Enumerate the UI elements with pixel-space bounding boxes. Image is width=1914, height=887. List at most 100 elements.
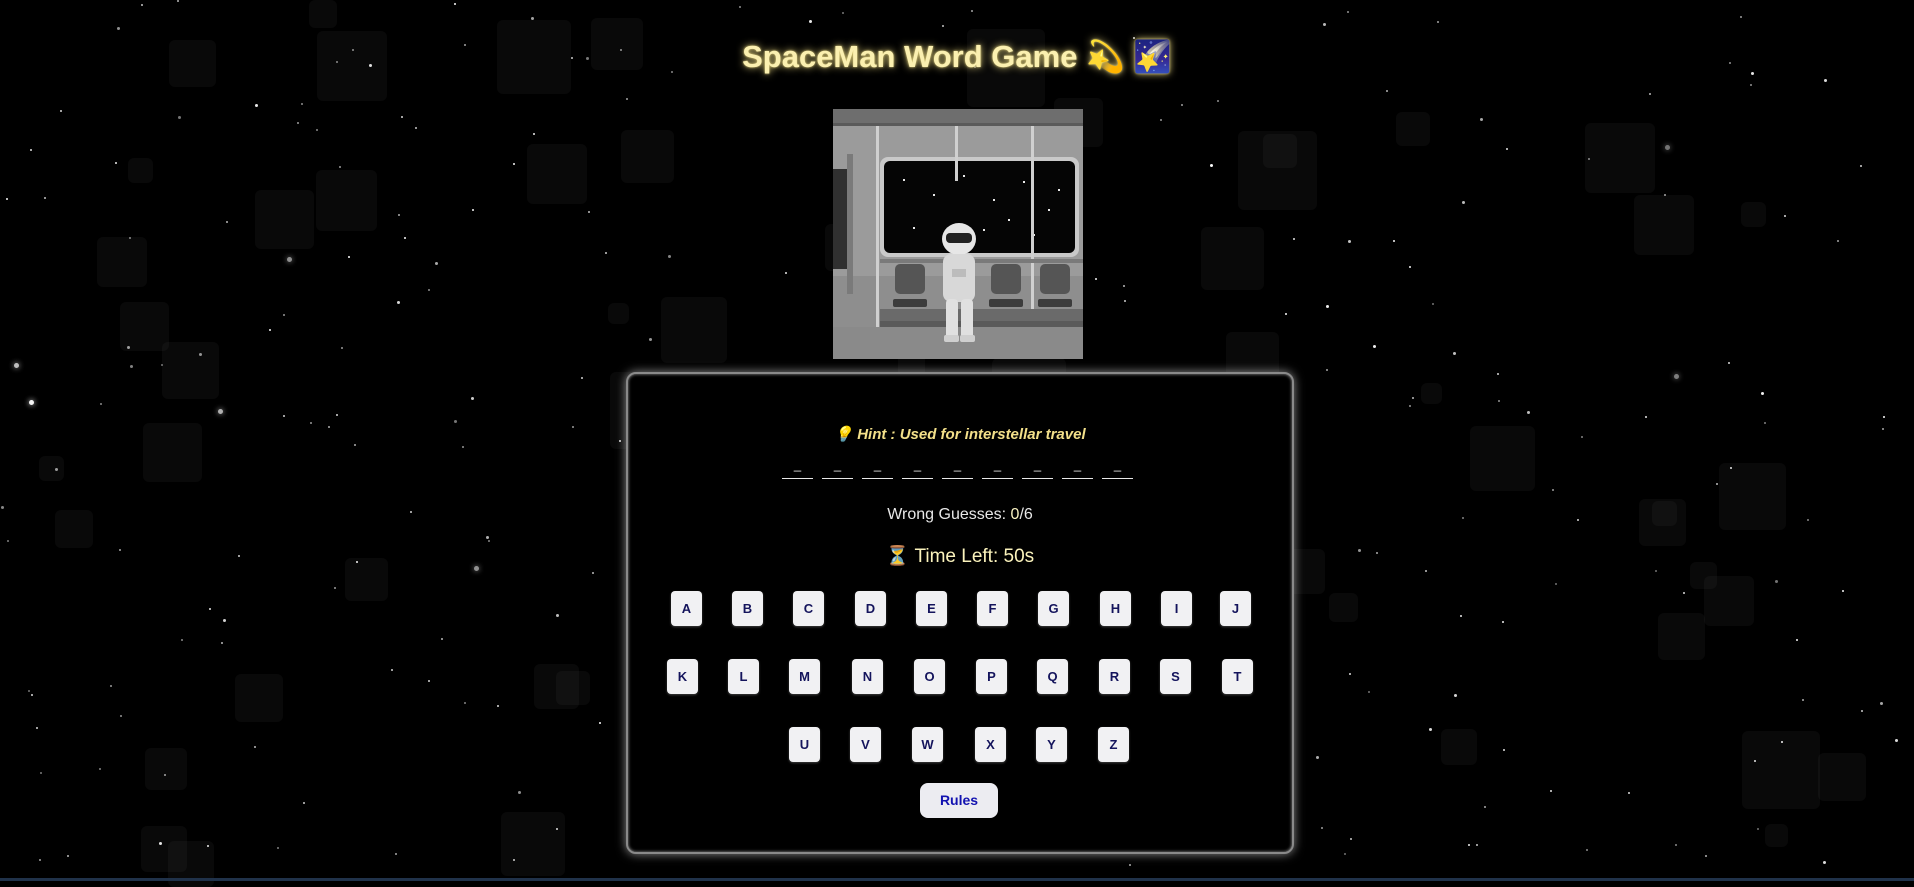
star: [1498, 400, 1500, 402]
key-j[interactable]: J: [1220, 591, 1251, 626]
key-w[interactable]: W: [912, 727, 943, 762]
star-glow: [1652, 501, 1677, 526]
star: [36, 727, 38, 729]
key-b[interactable]: B: [732, 591, 763, 626]
star: [1349, 673, 1351, 675]
star: [1764, 422, 1766, 424]
star: [1882, 428, 1884, 430]
star: [1754, 760, 1756, 762]
star: [472, 209, 474, 211]
star: [1454, 694, 1457, 697]
star: [404, 237, 406, 239]
star: [99, 768, 101, 770]
star: [1705, 855, 1707, 857]
star: [1095, 278, 1097, 280]
key-i[interactable]: I: [1161, 591, 1192, 626]
letter-slot: _: [1022, 456, 1053, 479]
key-h[interactable]: H: [1100, 591, 1131, 626]
star: [572, 426, 574, 428]
star-glow: [309, 0, 337, 28]
letter-slot: _: [1102, 456, 1133, 479]
key-u[interactable]: U: [789, 727, 820, 762]
key-n[interactable]: N: [852, 659, 883, 694]
star: [605, 252, 607, 254]
key-q[interactable]: Q: [1037, 659, 1068, 694]
star: [474, 566, 479, 571]
star-glow: [1470, 426, 1535, 491]
star-glow: [1690, 562, 1717, 589]
star: [415, 127, 417, 129]
star: [1476, 844, 1478, 846]
star: [1502, 621, 1504, 623]
star: [277, 847, 279, 849]
star: [1586, 849, 1588, 851]
key-z[interactable]: Z: [1098, 727, 1129, 762]
key-s[interactable]: S: [1160, 659, 1191, 694]
star: [55, 468, 58, 471]
star: [942, 25, 944, 27]
star: [283, 415, 285, 417]
star: [581, 377, 583, 379]
star: [1550, 790, 1552, 792]
star: [486, 536, 489, 539]
star: [1497, 373, 1499, 375]
key-a[interactable]: A: [671, 591, 702, 626]
key-f[interactable]: F: [977, 591, 1008, 626]
star: [531, 17, 534, 20]
key-y[interactable]: Y: [1036, 727, 1067, 762]
star: [177, 0, 179, 2]
key-m[interactable]: M: [789, 659, 820, 694]
letter-slot: _: [942, 456, 973, 479]
star: [1326, 369, 1328, 371]
star: [1347, 11, 1349, 13]
star: [1796, 639, 1798, 641]
star: [464, 702, 466, 704]
key-o[interactable]: O: [914, 659, 945, 694]
star: [1386, 90, 1388, 92]
star-glow: [128, 158, 153, 183]
lightbulb-icon: 💡: [834, 426, 854, 443]
star: [1750, 84, 1752, 86]
key-c[interactable]: C: [793, 591, 824, 626]
key-x[interactable]: X: [975, 727, 1006, 762]
star: [164, 774, 166, 776]
star-glow: [141, 826, 187, 872]
key-e[interactable]: E: [916, 591, 947, 626]
letter-slot: _: [982, 456, 1013, 479]
star: [1, 506, 4, 509]
star: [462, 446, 464, 448]
star: [1895, 739, 1898, 742]
timer-text: Time Left: 50s: [914, 546, 1035, 567]
key-d[interactable]: D: [855, 591, 886, 626]
star: [1664, 194, 1666, 196]
star: [1675, 844, 1677, 846]
key-k[interactable]: K: [667, 659, 698, 694]
star: [1412, 397, 1414, 399]
star: [471, 397, 474, 400]
key-t[interactable]: T: [1222, 659, 1253, 694]
key-v[interactable]: V: [850, 727, 881, 762]
star-glow: [1741, 202, 1766, 227]
rules-button[interactable]: Rules: [920, 783, 998, 818]
star: [100, 403, 102, 405]
key-g[interactable]: G: [1038, 591, 1069, 626]
star: [141, 4, 143, 6]
star: [428, 289, 430, 291]
star: [842, 12, 844, 14]
star-glow: [1585, 123, 1655, 193]
star-glow: [1329, 593, 1358, 622]
star: [428, 680, 430, 682]
wrong-guesses-label: Wrong Guesses:: [887, 506, 1011, 523]
star: [1506, 148, 1508, 150]
star: [356, 561, 358, 563]
star: [30, 149, 32, 151]
key-r[interactable]: R: [1099, 659, 1130, 694]
star: [130, 365, 133, 368]
star: [1824, 79, 1827, 82]
key-l[interactable]: L: [728, 659, 759, 694]
star: [1285, 313, 1287, 315]
star: [223, 619, 226, 622]
star: [1645, 416, 1647, 418]
key-p[interactable]: P: [976, 659, 1007, 694]
star: [1781, 741, 1783, 743]
